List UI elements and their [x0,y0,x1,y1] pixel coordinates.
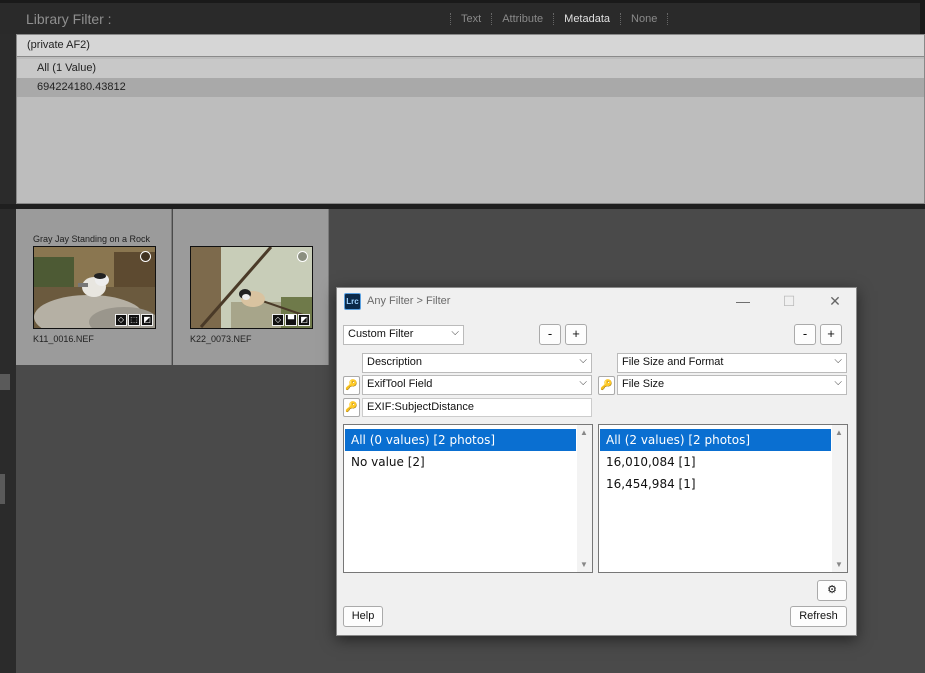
keyword-icon: ◇ [115,314,127,326]
list-item[interactable]: No value [2] [345,451,576,473]
photo-title: Gray Jay Standing on a Rock [33,234,151,244]
photo-filename: K11_0016.NEF [33,334,94,344]
right-criteria-select[interactable]: File Size and Format ⌵ [617,353,847,373]
lrc-logo-icon: Lrc [344,293,361,310]
tab-metadata[interactable]: Metadata [553,13,620,25]
chevron-down-icon: ⌵ [834,355,842,366]
gear-icon: ⚙ [827,584,837,596]
right-field-value: File Size [622,378,665,390]
scroll-down-icon[interactable]: ▼ [835,560,843,569]
chevron-down-icon: ⌵ [834,377,842,388]
grid-cell[interactable]: Gray Jay Standing on a Rock ◇ ⬚ ◩ K11_00… [16,209,172,365]
list-item[interactable]: All (1 Value) [17,59,924,78]
library-filter-title: Library Filter : [26,11,112,27]
tab-text[interactable]: Text [450,13,491,25]
right-criteria-value: File Size and Format [622,356,724,368]
preset-select[interactable]: Custom Filter ⌵ [343,325,464,345]
remove-left-button[interactable]: - [539,324,561,345]
library-filter-bar: Library Filter : Text Attribute Metadata… [0,0,925,37]
panel-edge [920,3,925,37]
preset-value: Custom Filter [348,328,414,340]
thumbnail[interactable]: ◇ ▀ ◩ [190,246,313,329]
column-header[interactable]: (private AF2) [17,35,924,57]
grid-cell[interactable]: ◇ ▀ ◩ K22_0073.NEF [173,209,329,365]
scroll-up-icon[interactable]: ▲ [580,428,588,437]
title-bar[interactable]: Lrc Any Filter > Filter — ☐ ✕ [337,288,856,314]
list-item[interactable]: 16,010,084 [1] [600,451,831,473]
develop-icon: ◩ [298,314,310,326]
tag-input[interactable]: EXIF:SubjectDistance [362,398,592,417]
minimize-button[interactable]: — [731,291,755,311]
remove-right-button[interactable]: - [794,324,816,345]
tab-none[interactable]: None [620,13,669,25]
left-field-value: ExifTool Field [367,378,433,390]
metadata-column: (private AF2) All (1 Value) 694224180.43… [16,34,925,204]
add-right-button[interactable]: + [820,324,842,345]
right-values-list[interactable]: All (2 values) [2 photos] 16,010,084 [1]… [598,424,848,573]
help-button[interactable]: Help [343,606,383,627]
key-icon[interactable]: 🔑 [343,398,360,417]
add-left-button[interactable]: + [565,324,587,345]
right-field-select[interactable]: File Size ⌵ [617,375,847,395]
scrollbar[interactable]: ▲ ▼ [832,425,847,572]
left-values-list[interactable]: All (0 values) [2 photos] No value [2] ▲… [343,424,593,573]
badges: ◇ ▀ ◩ [272,314,310,326]
crop-icon: ⬚ [128,314,140,326]
panel-handle[interactable] [0,374,10,390]
select-circle[interactable] [297,251,308,262]
left-field-select[interactable]: ExifTool Field ⌵ [362,375,592,395]
list-item[interactable]: All (2 values) [2 photos] [600,429,831,451]
maximize-button[interactable]: ☐ [777,291,801,311]
settings-button[interactable]: ⚙ [817,580,847,601]
chevron-down-icon: ⌵ [579,377,587,388]
list-item[interactable]: 694224180.43812 [17,78,924,97]
list-item[interactable]: All (0 values) [2 photos] [345,429,576,451]
scroll-up-icon[interactable]: ▲ [835,428,843,437]
panel-handle[interactable] [0,474,5,504]
left-criteria-select[interactable]: Description ⌵ [362,353,592,373]
filter-tabs: Text Attribute Metadata None [450,13,669,25]
left-panel-strip [0,34,16,673]
scroll-down-icon[interactable]: ▼ [580,560,588,569]
keyword-icon: ◇ [272,314,284,326]
photo-filename: K22_0073.NEF [190,334,252,344]
any-filter-dialog: Lrc Any Filter > Filter — ☐ ✕ Custom Fil… [336,287,857,636]
chevron-down-icon: ⌵ [579,355,587,366]
key-icon[interactable]: 🔑 [343,376,360,395]
chevron-down-icon: ⌵ [451,327,459,338]
list-item[interactable]: 16,454,984 [1] [600,473,831,495]
refresh-button[interactable]: Refresh [790,606,847,627]
develop-icon: ◩ [141,314,153,326]
badges: ◇ ⬚ ◩ [115,314,153,326]
scrollbar[interactable]: ▲ ▼ [577,425,592,572]
key-icon[interactable]: 🔑 [598,376,615,395]
tab-attribute[interactable]: Attribute [491,13,553,25]
close-button[interactable]: ✕ [823,291,847,311]
select-circle[interactable] [140,251,151,262]
thumbnail[interactable]: ◇ ⬚ ◩ [33,246,156,329]
dialog-title: Any Filter > Filter [367,295,451,307]
left-criteria-value: Description [367,356,423,368]
comment-icon: ▀ [285,314,297,326]
